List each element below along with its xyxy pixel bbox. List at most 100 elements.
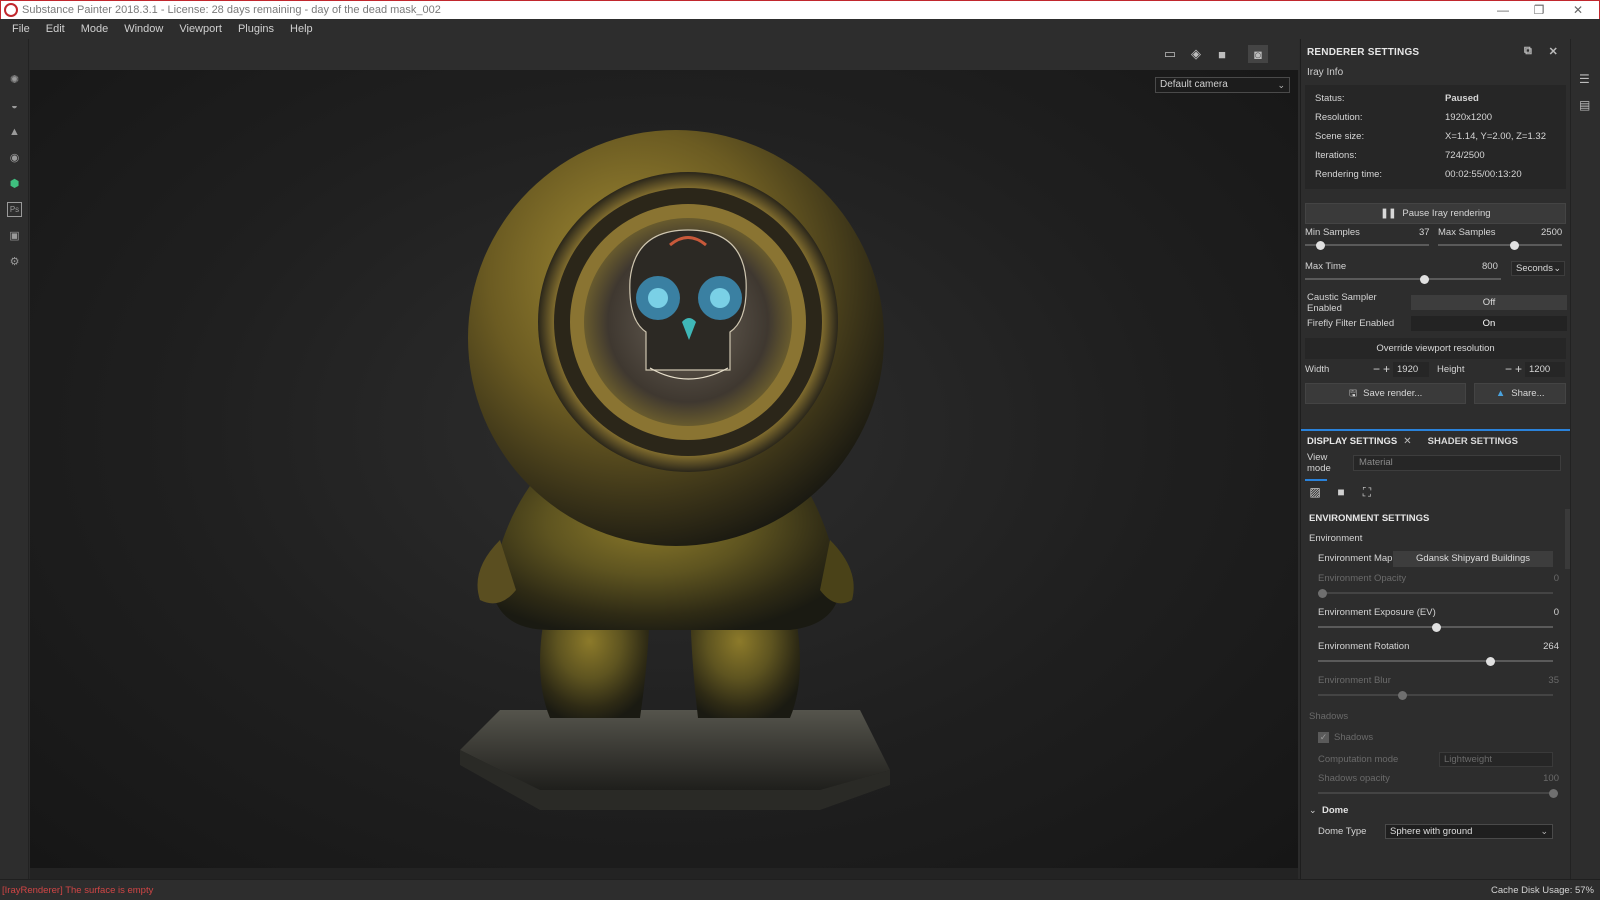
properties-panel-icon[interactable]: ▤ — [1579, 98, 1594, 113]
status-error-message: [IrayRenderer] The surface is empty — [2, 885, 154, 896]
max-time-label: Max Time — [1305, 261, 1347, 272]
environment-rotation-knob[interactable] — [1486, 657, 1495, 666]
caustic-label: Caustic Sampler Enabled — [1307, 291, 1377, 314]
environment-opacity-value: 0 — [1553, 573, 1559, 584]
environment-exposure-value: 0 — [1553, 607, 1559, 618]
view-mode-dropdown[interactable]: Material — [1353, 455, 1561, 471]
menu-edit[interactable]: Edit — [38, 23, 73, 35]
material-picker-icon[interactable]: ⬢ — [7, 176, 22, 191]
view-select-icon[interactable]: ▭ — [1160, 45, 1180, 63]
computation-mode-row: Computation mode Lightweight — [1301, 749, 1563, 771]
width-increment-icon[interactable]: + — [1383, 362, 1390, 376]
shadows-checkbox[interactable]: ✓ — [1318, 732, 1329, 743]
environment-exposure-knob[interactable] — [1432, 623, 1441, 632]
screenshot-icon[interactable]: ◙ — [1248, 45, 1268, 63]
max-samples-slider[interactable] — [1438, 244, 1562, 246]
settings-tabs: DISPLAY SETTINGS ✕ SHADER SETTINGS — [1301, 429, 1571, 451]
tab-shader-settings[interactable]: SHADER SETTINGS — [1422, 436, 1524, 447]
close-tab-icon[interactable]: ✕ — [1403, 436, 1411, 447]
info-row-status: Status: Paused — [1315, 93, 1479, 104]
dome-group-header[interactable]: ⌄ Dome — [1301, 801, 1563, 821]
environment-exposure-row: Environment Exposure (EV) 0 — [1301, 605, 1563, 639]
height-decrement-icon[interactable]: − — [1505, 362, 1512, 376]
environment-rotation-slider[interactable] — [1318, 660, 1553, 662]
environment-opacity-knob[interactable] — [1318, 589, 1327, 598]
close-icon[interactable]: ✕ — [1549, 45, 1558, 58]
shadows-opacity-knob[interactable] — [1549, 789, 1558, 798]
max-samples-value: 2500 — [1541, 227, 1563, 238]
cache-disk-usage: Cache Disk Usage: 57% — [1491, 885, 1594, 896]
environment-settings-title: ENVIRONMENT SETTINGS — [1309, 513, 1430, 524]
width-decrement-icon[interactable]: − — [1373, 362, 1380, 376]
tab-display-settings[interactable]: DISPLAY SETTINGS — [1301, 436, 1403, 447]
environment-map-label: Environment Map — [1318, 553, 1393, 564]
camera-dropdown[interactable]: Default camera ⌄ — [1155, 77, 1290, 93]
minimize-button[interactable]: — — [1485, 3, 1521, 17]
camera-dropdown-value: Default camera — [1160, 79, 1228, 90]
image-icon[interactable]: ▨ — [1305, 485, 1325, 501]
firefly-toggle[interactable]: On — [1411, 316, 1567, 331]
height-increment-icon[interactable]: + — [1515, 362, 1522, 376]
menu-viewport[interactable]: Viewport — [171, 23, 230, 35]
eraser-icon[interactable]: ◒ — [7, 98, 22, 113]
min-samples-knob[interactable] — [1316, 241, 1325, 250]
bake-icon[interactable]: ▣ — [7, 228, 22, 243]
max-time-knob[interactable] — [1420, 275, 1429, 284]
menu-mode[interactable]: Mode — [73, 23, 117, 35]
firefly-row: Firefly Filter Enabled On — [1301, 313, 1570, 334]
time-unit-dropdown[interactable]: Seconds ⌄ — [1511, 261, 1565, 276]
shadows-opacity-row: Shadows opacity 100 — [1301, 771, 1563, 801]
paint-brush-icon[interactable]: ✺ — [7, 72, 22, 87]
info-row-resolution: Resolution: 1920x1200 — [1315, 112, 1493, 123]
restore-button[interactable]: ❐ — [1521, 3, 1557, 17]
environment-map-picker[interactable]: Gdansk Shipyard Buildings — [1393, 551, 1553, 567]
display-mode-icon[interactable]: ◈ — [1186, 45, 1206, 63]
viewport-timeline — [30, 868, 1298, 879]
shadows-opacity-slider[interactable] — [1318, 792, 1553, 794]
camera-icon[interactable]: ■ — [1212, 45, 1232, 63]
resolution-row: Width − + 1920 Height − + 1200 — [1301, 359, 1570, 381]
display-subtabs: ▨ ■ ⛶ — [1301, 477, 1571, 507]
camera-icon[interactable]: ■ — [1331, 485, 1351, 501]
environment-opacity-row: Environment Opacity 0 — [1301, 571, 1563, 605]
photoshop-export-icon[interactable]: Ps — [7, 202, 22, 217]
environment-exposure-label: Environment Exposure (EV) — [1318, 607, 1436, 618]
chevron-down-icon: ⌄ — [1277, 80, 1285, 90]
menu-help[interactable]: Help — [282, 23, 321, 35]
environment-blur-knob[interactable] — [1398, 691, 1407, 700]
view-mode-row: View mode Material — [1301, 451, 1571, 475]
caustic-toggle[interactable]: Off — [1411, 295, 1567, 310]
menu-plugins[interactable]: Plugins — [230, 23, 282, 35]
max-samples-knob[interactable] — [1510, 241, 1519, 250]
dome-type-dropdown[interactable]: Sphere with ground ⌄ — [1385, 824, 1553, 839]
environment-map-row: Environment Map Gdansk Shipyard Building… — [1301, 549, 1563, 571]
max-time-slider[interactable] — [1305, 278, 1501, 280]
status-bar: [IrayRenderer] The surface is empty Cach… — [0, 879, 1600, 900]
computation-mode-dropdown[interactable]: Lightweight — [1439, 752, 1553, 767]
width-input[interactable]: 1920 — [1393, 362, 1429, 377]
close-window-button[interactable]: ✕ — [1557, 3, 1599, 17]
clone-icon[interactable]: ◉ — [7, 150, 22, 165]
menu-window[interactable]: Window — [116, 23, 171, 35]
override-resolution-button[interactable]: Override viewport resolution — [1305, 338, 1566, 359]
environment-rotation-label: Environment Rotation — [1318, 641, 1410, 652]
height-input[interactable]: 1200 — [1525, 362, 1565, 377]
settings-icon[interactable]: ⚙ — [7, 254, 22, 269]
firefly-label: Firefly Filter Enabled — [1307, 318, 1395, 329]
rendered-mesh — [460, 130, 890, 810]
computation-mode-label: Computation mode — [1318, 754, 1399, 765]
menu-file[interactable]: File — [4, 23, 38, 35]
chevron-down-icon: ⌄ — [1553, 263, 1561, 273]
save-render-button[interactable]: 🖫 Save render... — [1305, 383, 1467, 404]
undock-icon[interactable]: ⧉ — [1524, 45, 1532, 58]
layers-panel-icon[interactable]: ☰ — [1579, 72, 1594, 87]
renderer-settings-title: RENDERER SETTINGS — [1307, 46, 1420, 58]
pause-iray-button[interactable]: ❚❚ Pause Iray rendering — [1305, 203, 1566, 224]
projection-icon[interactable]: ▲ — [7, 124, 22, 139]
share-button[interactable]: ▲ Share... — [1474, 383, 1566, 404]
frame-icon[interactable]: ⛶ — [1357, 485, 1377, 501]
environment-opacity-slider[interactable] — [1318, 592, 1553, 594]
environment-blur-slider[interactable] — [1318, 694, 1553, 696]
3d-viewport[interactable]: Default camera ⌄ — [30, 70, 1298, 868]
environment-blur-label: Environment Blur — [1318, 675, 1391, 686]
